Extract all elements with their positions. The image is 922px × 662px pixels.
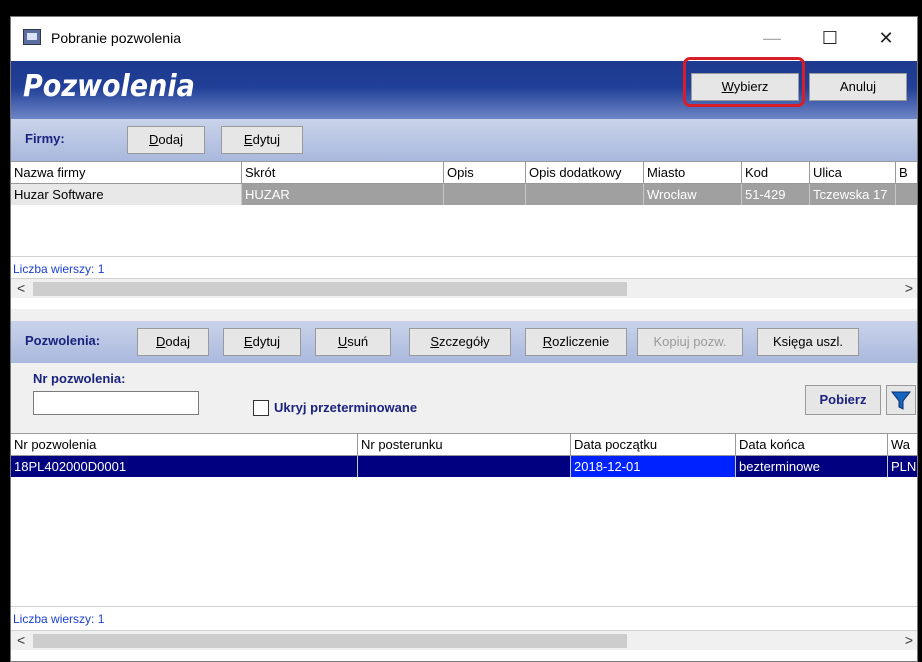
table-cell bbox=[358, 456, 571, 477]
divider bbox=[11, 256, 917, 257]
table-row[interactable]: 18PL402000D0001 2018-12-01 bezterminowe … bbox=[11, 456, 917, 477]
table-cell: HUZAR bbox=[242, 184, 444, 205]
permits-copy-button[interactable]: Kopiuj pozw. bbox=[637, 328, 743, 356]
permits-settlement-button[interactable]: Rozliczenie bbox=[525, 328, 627, 356]
firms-add-button[interactable]: Dodaj bbox=[127, 126, 205, 154]
hide-expired-checkbox[interactable] bbox=[253, 400, 269, 416]
permits-row-count: Liczba wierszy: 1 bbox=[13, 612, 105, 626]
permits-horizontal-scrollbar[interactable]: < > bbox=[11, 630, 917, 650]
permits-ledger-button[interactable]: Księga uszl. bbox=[757, 328, 859, 356]
column-header[interactable]: Miasto bbox=[644, 162, 742, 184]
column-header[interactable]: Data końca bbox=[736, 434, 888, 456]
permits-table-header: Nr pozwolenia Nr posterunku Data początk… bbox=[11, 434, 917, 456]
title-bar: Pobranie pozwolenia — ☐ ✕ bbox=[11, 17, 917, 61]
permits-details-button[interactable]: Szczegóły bbox=[409, 328, 511, 356]
window-title: Pobranie pozwolenia bbox=[51, 30, 181, 46]
hide-expired-label[interactable]: Ukryj przeterminowane bbox=[274, 400, 417, 415]
column-header[interactable]: B bbox=[896, 162, 917, 184]
permits-toolbar: Pozwolenia: Dodaj Edytuj Usuń Szczegóły … bbox=[11, 321, 917, 363]
dialog-window: Pobranie pozwolenia — ☐ ✕ Pozwolenia Wyb… bbox=[10, 16, 918, 662]
maximize-button[interactable]: ☐ bbox=[807, 23, 853, 53]
column-header[interactable]: Skrót bbox=[242, 162, 444, 184]
permits-add-button[interactable]: Dodaj bbox=[137, 328, 209, 356]
permits-edit-button[interactable]: Edytuj bbox=[223, 328, 301, 356]
app-window-icon bbox=[23, 29, 41, 45]
firms-label: Firmy: bbox=[25, 131, 65, 146]
scroll-left-icon[interactable]: < bbox=[17, 632, 25, 648]
column-header[interactable]: Kod bbox=[742, 162, 810, 184]
table-cell: PLN bbox=[888, 456, 917, 477]
close-button[interactable]: ✕ bbox=[863, 23, 909, 53]
table-cell: bezterminowe bbox=[736, 456, 888, 477]
permit-number-input[interactable] bbox=[33, 391, 199, 415]
scroll-right-icon[interactable]: > bbox=[905, 632, 913, 648]
banner-title: Pozwolenia bbox=[23, 69, 195, 104]
table-cell: Huzar Software bbox=[11, 184, 242, 205]
scroll-right-icon[interactable]: > bbox=[905, 280, 913, 296]
firms-horizontal-scrollbar[interactable]: < > bbox=[11, 278, 917, 298]
funnel-icon bbox=[890, 391, 912, 410]
table-cell bbox=[526, 184, 644, 205]
permits-delete-button[interactable]: Usuń bbox=[315, 328, 391, 356]
fetch-button[interactable]: Pobierz bbox=[805, 385, 881, 415]
scroll-thumb[interactable] bbox=[33, 282, 627, 296]
cancel-button[interactable]: Anuluj bbox=[809, 73, 907, 101]
minimize-button[interactable]: — bbox=[749, 23, 795, 53]
table-cell: Tczewska 17 bbox=[810, 184, 896, 205]
column-header[interactable]: Nr pozwolenia bbox=[11, 434, 358, 456]
column-header[interactable]: Nr posterunku bbox=[358, 434, 571, 456]
scroll-thumb[interactable] bbox=[33, 634, 627, 648]
column-header[interactable]: Nazwa firmy bbox=[11, 162, 242, 184]
table-cell: 2018-12-01 bbox=[571, 456, 736, 477]
firms-row-count: Liczba wierszy: 1 bbox=[13, 262, 105, 276]
table-cell: 51-429 bbox=[742, 184, 810, 205]
firms-edit-button[interactable]: Edytuj bbox=[221, 126, 303, 154]
column-header[interactable]: Wa bbox=[888, 434, 917, 456]
table-cell: 18PL402000D0001 bbox=[11, 456, 358, 477]
column-header[interactable]: Opis dodatkowy bbox=[526, 162, 644, 184]
filter-button[interactable] bbox=[886, 385, 916, 415]
column-header[interactable]: Ulica bbox=[810, 162, 896, 184]
table-cell: Wrocław bbox=[644, 184, 742, 205]
firms-toolbar: Firmy: Dodaj Edytuj bbox=[11, 119, 917, 161]
permits-table: Nr pozwolenia Nr posterunku Data początk… bbox=[11, 433, 917, 661]
permits-label: Pozwolenia: bbox=[25, 333, 101, 348]
firms-table-header: Nazwa firmy Skrót Opis Opis dodatkowy Mi… bbox=[11, 162, 917, 184]
column-header[interactable]: Data początku bbox=[571, 434, 736, 456]
select-button[interactable]: Wybierz bbox=[691, 73, 799, 101]
divider bbox=[11, 606, 917, 607]
column-header[interactable]: Opis bbox=[444, 162, 526, 184]
scroll-left-icon[interactable]: < bbox=[17, 280, 25, 296]
table-cell bbox=[444, 184, 526, 205]
table-row[interactable]: Huzar Software HUZAR Wrocław 51-429 Tcze… bbox=[11, 184, 917, 205]
firms-table: Nazwa firmy Skrót Opis Opis dodatkowy Mi… bbox=[11, 161, 917, 309]
permit-number-label: Nr pozwolenia: bbox=[33, 371, 126, 386]
table-cell bbox=[896, 184, 917, 205]
